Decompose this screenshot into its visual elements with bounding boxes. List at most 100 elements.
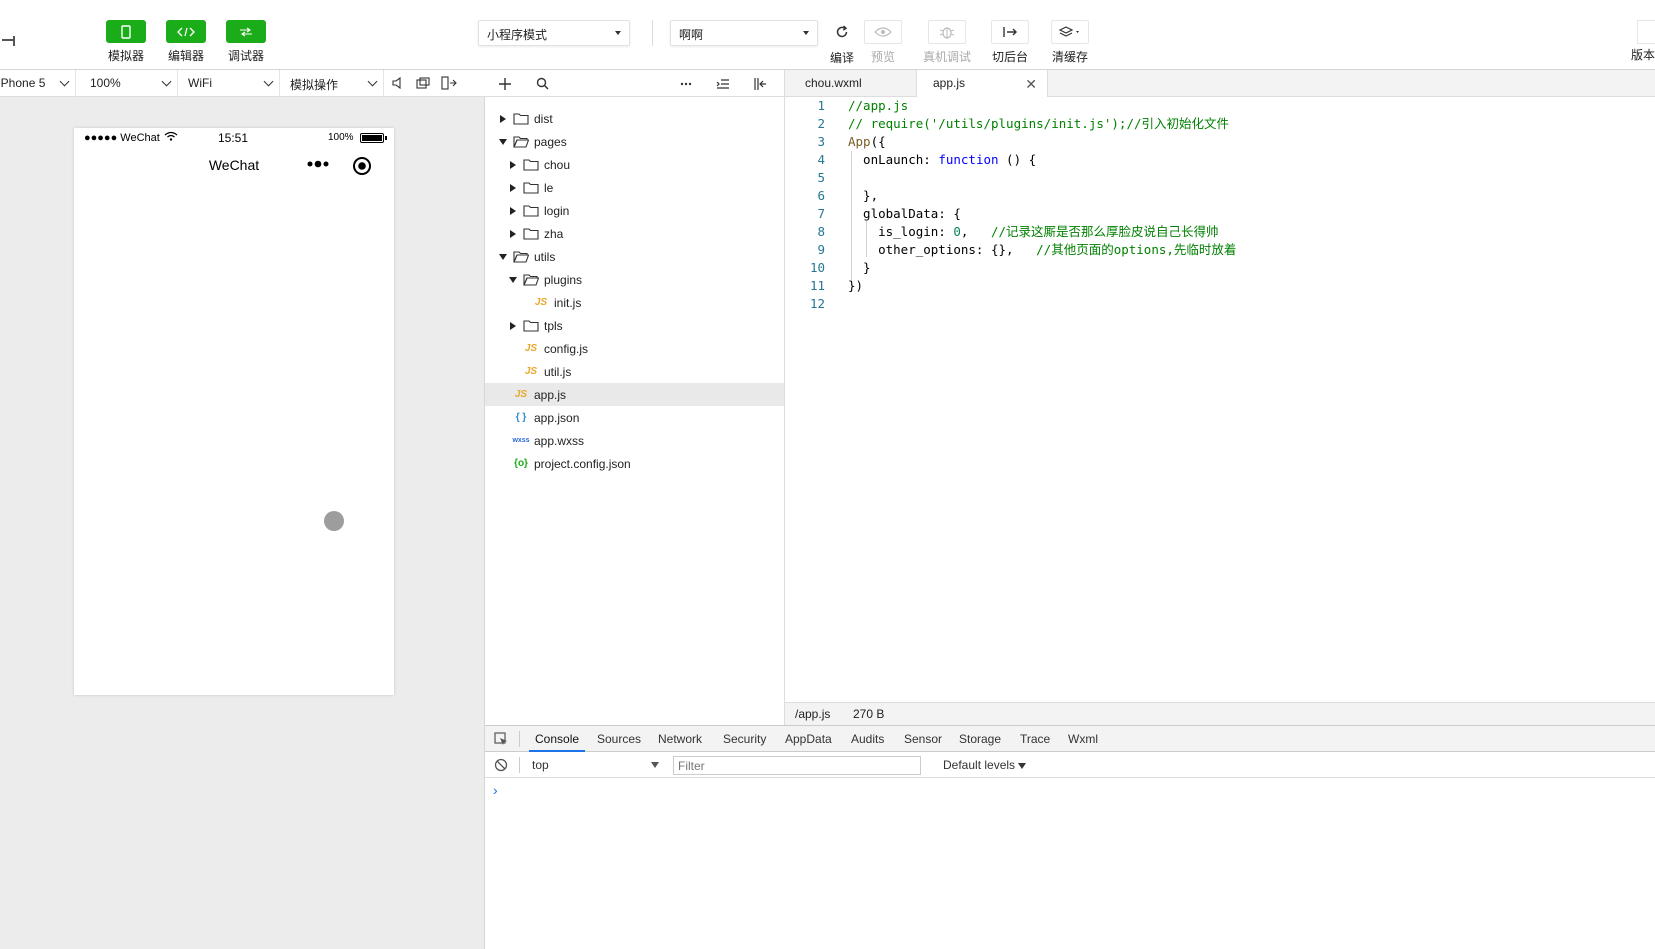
code-editor[interactable]: 1 //app.js 2 // require('/utils/plugins/in… [785, 97, 1655, 702]
tree-file[interactable]: JS util.js [485, 360, 784, 383]
line-number: 3 [817, 134, 825, 149]
devtools-tab-wxml[interactable]: Wxml [1068, 726, 1098, 752]
tree-folder[interactable]: le [485, 176, 784, 199]
more-dots-icon[interactable] [306, 160, 332, 168]
expand-right-icon[interactable] [507, 205, 519, 217]
code-text: } [848, 260, 871, 275]
context-value: top [532, 758, 549, 772]
background-button[interactable]: 切后台 [983, 20, 1037, 65]
toolbar-divider [652, 20, 653, 46]
devtools-tab-trace[interactable]: Trace [1020, 726, 1050, 752]
more-actions-button[interactable] [673, 70, 699, 97]
remote-debug-label: 真机调试 [922, 50, 971, 64]
detach-window-button[interactable] [410, 70, 436, 97]
clear-console-icon[interactable] [494, 758, 508, 772]
editor-tab-chou-wxml[interactable]: chou.wxml [785, 70, 917, 97]
tree-folder[interactable]: utils [485, 245, 784, 268]
tree-file[interactable]: {o} project.config.json [485, 452, 784, 475]
devtools-tab-storage[interactable]: Storage [959, 726, 1001, 752]
folder-icon [522, 227, 540, 240]
operation-select[interactable]: 模拟操作 [280, 69, 384, 97]
clear-cache-label: 清缓存 [1051, 50, 1088, 64]
panel-toggle-icon [754, 77, 766, 90]
devtools-tab-sensor[interactable]: Sensor [904, 726, 942, 752]
version-icon[interactable] [1637, 20, 1655, 44]
debugger-toggle[interactable]: 调试器 [216, 20, 276, 64]
compile-mode-select[interactable]: 啊啊 [670, 20, 818, 46]
js-file-icon: JS [514, 389, 528, 400]
mute-button[interactable] [384, 70, 410, 97]
expand-right-icon[interactable] [497, 113, 509, 125]
zoom-select[interactable]: 100% [76, 69, 178, 97]
tree-folder[interactable]: plugins [485, 268, 784, 291]
preview-button[interactable]: 预览 [856, 20, 910, 65]
operation-value: 模拟操作 [290, 77, 339, 92]
tree-folder[interactable]: zha [485, 222, 784, 245]
eye-icon [864, 20, 902, 44]
devtools-tab-security[interactable]: Security [723, 726, 766, 752]
remote-debug-button[interactable]: 真机调试 [920, 20, 974, 65]
add-file-button[interactable] [492, 70, 518, 97]
devtools-tab-sources[interactable]: Sources [597, 726, 641, 752]
devtools-tab-appdata[interactable]: AppData [785, 726, 832, 752]
capsule-close-icon[interactable] [352, 156, 372, 176]
js-file-icon: JS [534, 297, 548, 308]
bug-icon [928, 20, 966, 44]
code-line: 11}) [785, 277, 1655, 295]
devtools-tab-bar: Console Sources Network Security AppData… [485, 725, 1655, 752]
editor-status-bar: /app.js 270 B [785, 702, 1655, 725]
expand-right-icon[interactable] [507, 159, 519, 171]
expand-right-icon[interactable] [507, 228, 519, 240]
device-select[interactable]: iPhone 5 [0, 69, 76, 97]
tree-item-label: init.js [554, 295, 582, 310]
console-output[interactable]: › [485, 778, 1655, 949]
expand-down-icon[interactable] [507, 274, 519, 286]
console-filter-input[interactable] [673, 756, 921, 775]
close-icon[interactable]: ✕ [1025, 76, 1037, 93]
network-select[interactable]: WiFi [178, 69, 280, 97]
compile-mode-value: 啊啊 [679, 28, 704, 42]
tree-file[interactable]: JS config.js [485, 337, 784, 360]
json-file-icon: { } [515, 412, 527, 423]
context-select[interactable]: top [525, 755, 665, 775]
version-label[interactable]: 版本 [1631, 46, 1655, 63]
tree-folder[interactable]: login [485, 199, 784, 222]
devtools-tab-audits[interactable]: Audits [851, 726, 884, 752]
tree-file[interactable]: JS init.js [485, 291, 784, 314]
simulator-toggle[interactable]: 模拟器 [96, 20, 156, 64]
switch-background-icon [991, 20, 1029, 44]
line-number: 9 [817, 242, 825, 257]
collapse-all-button[interactable] [710, 70, 736, 97]
expand-right-icon[interactable] [507, 320, 519, 332]
tree-file[interactable]: { } app.json [485, 406, 784, 429]
phone-screen[interactable]: ●●●●● WeChat 15:51 100% WeChat [74, 128, 394, 695]
tree-item-label: le [544, 180, 554, 195]
inspect-element-icon[interactable] [494, 732, 508, 746]
tree-folder[interactable]: dist [485, 107, 784, 130]
editor-tab-app-js[interactable]: app.js ✕ [917, 70, 1048, 97]
tree-folder[interactable]: tpls [485, 314, 784, 337]
expand-right-icon[interactable] [507, 182, 519, 194]
tree-file[interactable]: wxss app.wxss [485, 429, 784, 452]
hide-tree-button[interactable] [747, 70, 773, 97]
layers-icon [1051, 20, 1089, 44]
tree-folder[interactable]: chou [485, 153, 784, 176]
ellipsis-icon [680, 82, 692, 85]
editor-toggle[interactable]: 编辑器 [156, 20, 216, 64]
code-token: is_login: [848, 224, 954, 239]
window-icon [416, 77, 430, 89]
dock-button[interactable] [436, 70, 462, 97]
mode-select[interactable]: 小程序模式 [478, 20, 630, 46]
devtools-tab-console[interactable]: Console [529, 726, 586, 752]
expand-down-icon[interactable] [497, 251, 509, 263]
search-files-button[interactable] [529, 70, 555, 97]
clear-cache-button[interactable]: 清缓存 [1043, 20, 1097, 65]
tree-item-label: pages [534, 134, 567, 149]
chevron-down-icon [367, 76, 378, 86]
window-corner-icon [0, 30, 20, 50]
devtools-tab-network[interactable]: Network [658, 726, 702, 752]
expand-down-icon[interactable] [497, 136, 509, 148]
tree-file[interactable]: JS app.js [485, 383, 784, 406]
log-levels-select[interactable]: Default levels [943, 758, 1027, 772]
tree-folder[interactable]: pages [485, 130, 784, 153]
